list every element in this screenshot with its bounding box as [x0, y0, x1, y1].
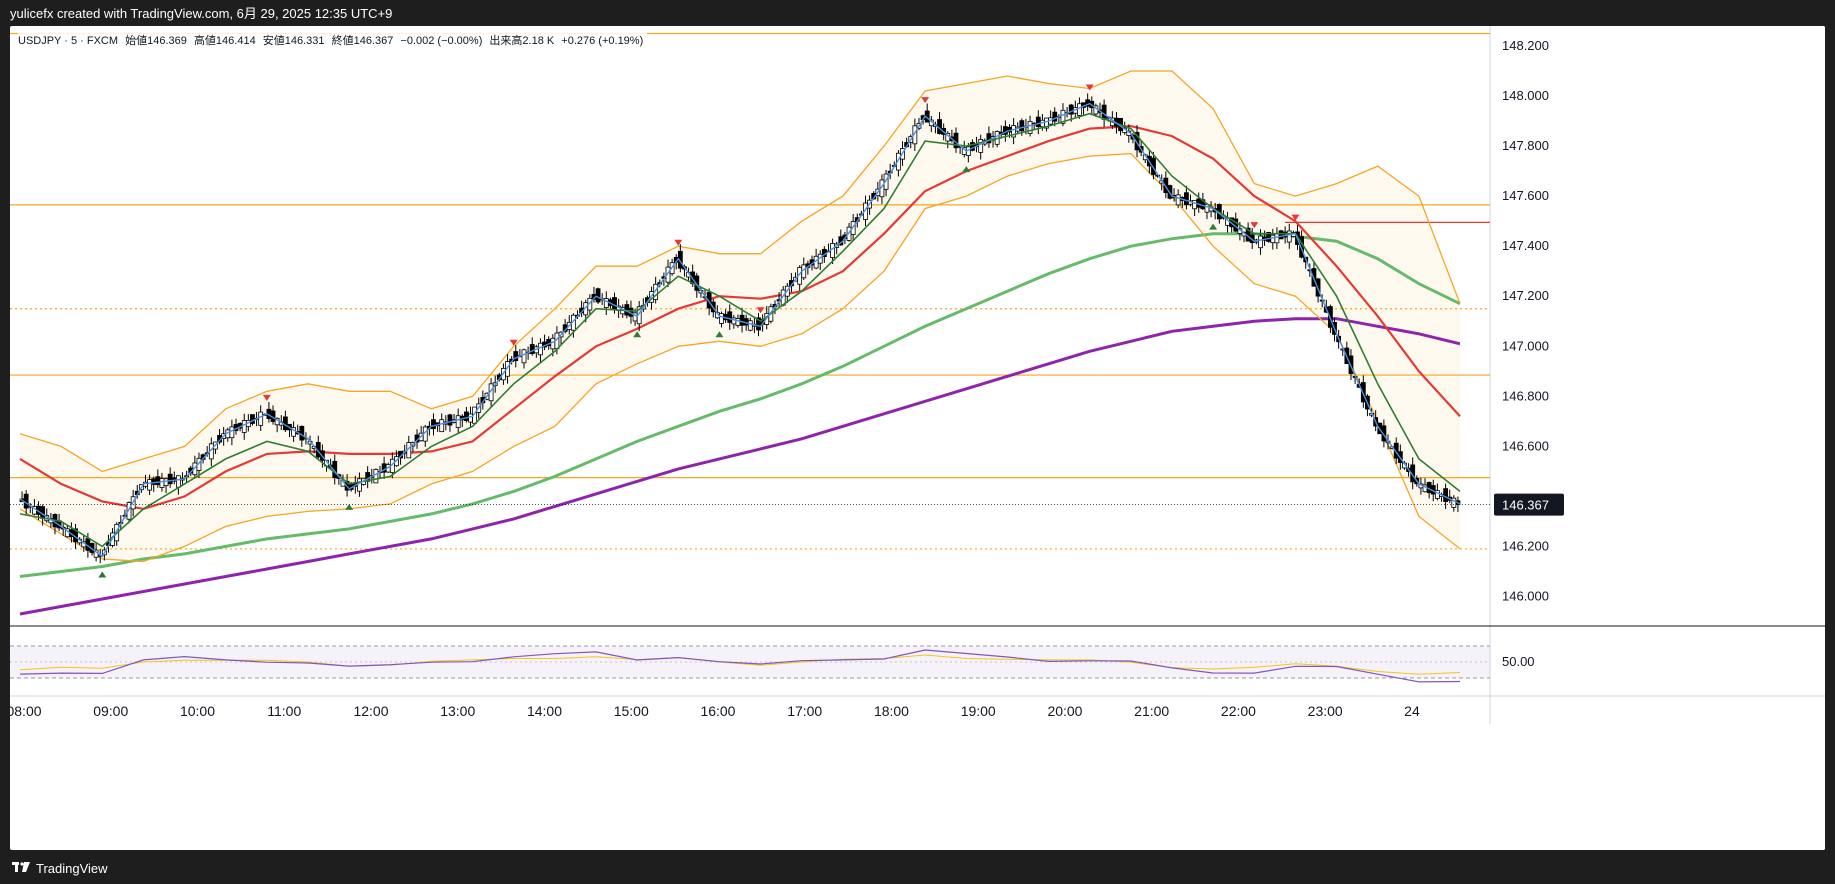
time-tick-label: 24: [1404, 703, 1420, 719]
candle[interactable]: [159, 478, 165, 488]
candle[interactable]: [1077, 103, 1082, 116]
legend-symbol[interactable]: USDJPY · 5 · FXCM: [18, 35, 118, 47]
legend-low: 安値146.331: [262, 35, 325, 47]
candle[interactable]: [1270, 234, 1276, 244]
candle[interactable]: [455, 415, 461, 428]
candle[interactable]: [513, 351, 519, 362]
time-tick-label: 12:00: [353, 703, 388, 719]
candle[interactable]: [595, 288, 601, 303]
price-tick-label: 147.400: [1502, 238, 1549, 253]
tradingview-logo-icon: [12, 862, 30, 874]
legend-high: 高値146.414: [193, 35, 256, 47]
candle[interactable]: [167, 473, 173, 485]
candle[interactable]: [538, 342, 543, 356]
candle[interactable]: [431, 419, 436, 430]
candle[interactable]: [1019, 120, 1025, 132]
candle[interactable]: [550, 337, 556, 350]
candle[interactable]: [521, 349, 527, 364]
candle[interactable]: [978, 139, 984, 153]
time-tick-label: 14:00: [527, 703, 562, 719]
last-price-label: 146.367: [1502, 498, 1549, 513]
candle[interactable]: [439, 419, 445, 433]
candle[interactable]: [357, 478, 362, 492]
candle[interactable]: [1274, 233, 1280, 244]
caption-bar: yulicefx created with TradingView.com, 6…: [0, 0, 1835, 28]
candle[interactable]: [727, 311, 733, 323]
time-tick-label: 09:00: [93, 703, 128, 719]
candle[interactable]: [155, 476, 161, 486]
footer-brand: TradingView: [36, 860, 108, 876]
candle[interactable]: [1286, 230, 1292, 243]
candle[interactable]: [739, 314, 745, 326]
candle[interactable]: [1035, 116, 1041, 127]
legend-close: 終値146.367: [331, 35, 394, 47]
time-tick-label: 13:00: [440, 703, 475, 719]
sell-signal-marker[interactable]: [674, 239, 683, 246]
candle[interactable]: [468, 413, 473, 423]
time-tick-label: 20:00: [1047, 703, 1082, 719]
candle[interactable]: [175, 475, 181, 488]
buy-signal-marker[interactable]: [98, 571, 107, 578]
candle[interactable]: [1175, 194, 1181, 206]
time-tick-label: 17:00: [787, 703, 822, 719]
price-tick-label: 147.600: [1502, 188, 1549, 203]
price-tick-label: 148.000: [1502, 88, 1549, 103]
time-tick-label: 11:00: [267, 703, 301, 719]
price-tick-label: 147.800: [1502, 138, 1549, 153]
legend-volume: 出来高2.18 K: [489, 35, 555, 47]
price-tick-label: 148.200: [1502, 38, 1549, 53]
price-tick-label: 146.600: [1502, 438, 1549, 453]
candle[interactable]: [282, 416, 288, 431]
candle[interactable]: [1258, 235, 1263, 249]
symbol-legend: USDJPY · 5 · FXCM 始値146.369 高値146.414 安値…: [18, 32, 648, 48]
time-tick-label: 15:00: [614, 703, 649, 719]
time-tick-label: 10:00: [180, 703, 215, 719]
candle[interactable]: [1278, 230, 1284, 240]
candle[interactable]: [1443, 488, 1448, 502]
candle[interactable]: [258, 411, 264, 426]
time-tick-label: 21:00: [1134, 703, 1169, 719]
candle[interactable]: [1101, 104, 1107, 120]
footer-bar: TradingView: [0, 852, 1835, 884]
legend-change: −0.002 (−0.00%): [400, 35, 483, 47]
rsi-tick-label: 50.00: [1502, 654, 1535, 669]
price-tick-label: 146.800: [1502, 388, 1549, 403]
candle[interactable]: [612, 297, 617, 310]
time-tick-label: 18:00: [874, 703, 909, 719]
candle[interactable]: [1192, 200, 1198, 210]
legend-open: 始値146.369: [125, 35, 187, 47]
time-tick-label: 19:00: [961, 703, 996, 719]
price-tick-label: 146.000: [1502, 588, 1549, 603]
candle[interactable]: [1184, 192, 1189, 206]
candle[interactable]: [147, 479, 153, 491]
screenshot-frame: yulicefx created with TradingView.com, 6…: [0, 0, 1835, 884]
caption-text: yulicefx created with TradingView.com, 6…: [10, 6, 393, 21]
time-tick-label: 22:00: [1221, 703, 1256, 719]
candle[interactable]: [735, 318, 741, 326]
candle[interactable]: [719, 313, 724, 324]
candle[interactable]: [447, 414, 453, 426]
candle[interactable]: [463, 411, 469, 421]
candle[interactable]: [229, 426, 235, 439]
chart-panel[interactable]: 148.200 148.000 147.800 147.600 147.400 147.2…: [10, 26, 1825, 850]
candle[interactable]: [23, 493, 29, 509]
candle[interactable]: [373, 468, 379, 484]
chart-canvas[interactable]: 148.200 148.000 147.800 147.600 147.400 147.2…: [10, 26, 1825, 850]
legend-volume-change: +0.276 (+0.19%): [561, 35, 644, 47]
candle[interactable]: [241, 420, 247, 433]
candle[interactable]: [1068, 104, 1074, 115]
time-tick-label: 16:00: [700, 703, 735, 719]
price-tick-label: 147.200: [1502, 288, 1549, 303]
time-tick-label: 08:00: [10, 703, 42, 719]
price-tick-label: 147.000: [1502, 338, 1549, 353]
candle[interactable]: [299, 425, 305, 441]
candle[interactable]: [163, 478, 169, 487]
price-tick-label: 146.200: [1502, 538, 1549, 553]
time-tick-label: 23:00: [1308, 703, 1343, 719]
candle[interactable]: [151, 478, 157, 485]
candle[interactable]: [747, 320, 753, 331]
